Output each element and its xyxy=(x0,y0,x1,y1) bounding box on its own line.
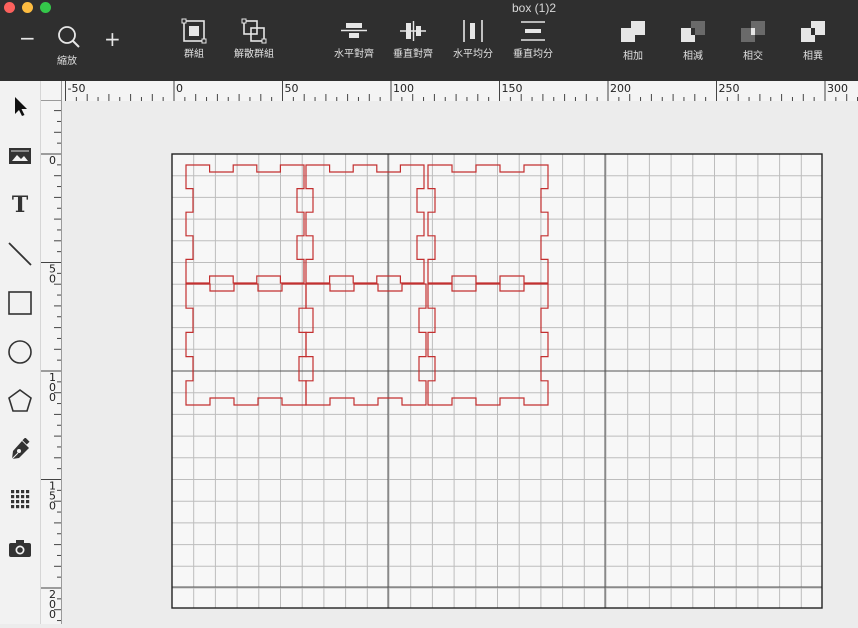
v-ruler-label: 0 xyxy=(49,500,56,513)
group-label: 群組 xyxy=(184,49,204,60)
group-button[interactable]: 群組 xyxy=(162,18,226,62)
distribute-horizontal-label: 水平均分 xyxy=(453,49,493,60)
intersect-label: 相交 xyxy=(743,51,763,62)
text-icon: T xyxy=(11,192,29,218)
camera-icon xyxy=(9,540,31,557)
distribute-horizontal-icon xyxy=(463,20,483,42)
zoom-label: 縮放 xyxy=(57,56,77,67)
toolbar: box (1)2 − + 縮放 群組 解散群組 水平對齊 垂直對齊 水平均分 垂… xyxy=(0,0,858,81)
v-ruler-label: 0 xyxy=(49,391,56,404)
ungroup-button[interactable]: 解散群組 xyxy=(222,18,286,62)
text-tool-button[interactable]: T xyxy=(5,190,35,220)
pen-tool-button[interactable] xyxy=(5,435,35,465)
h-ruler-label: 100 xyxy=(393,82,414,95)
circle-icon xyxy=(8,340,32,364)
zoom-search-icon[interactable] xyxy=(57,25,81,53)
subtract-label: 相減 xyxy=(683,51,703,62)
grid-icon xyxy=(11,490,30,509)
zoom-out-button[interactable]: − xyxy=(19,26,36,50)
polygon-tool-button[interactable] xyxy=(5,386,35,416)
grid-tool-button[interactable] xyxy=(5,484,35,514)
h-ruler-label: 0 xyxy=(176,82,183,95)
canvas-drawing xyxy=(171,153,823,609)
ruler-corner xyxy=(41,81,62,101)
line-tool-button[interactable] xyxy=(5,239,35,269)
ungroup-icon xyxy=(241,18,267,44)
align-horizontal-button[interactable]: 水平對齊 xyxy=(322,18,386,62)
subtract-icon xyxy=(681,21,705,42)
h-ruler-label: 50 xyxy=(285,82,299,95)
image-icon xyxy=(9,148,31,164)
circle-tool-button[interactable] xyxy=(5,337,35,367)
v-ruler-label: 0 xyxy=(49,154,56,167)
ungroup-label: 解散群組 xyxy=(234,49,274,60)
image-tool-button[interactable] xyxy=(5,141,35,171)
subtract-button[interactable]: 相減 xyxy=(661,18,725,64)
v-ruler-label: 0 xyxy=(49,608,56,621)
window-title: box (1)2 xyxy=(511,1,557,15)
distribute-vertical-icon xyxy=(521,21,545,41)
h-ruler-label: 300 xyxy=(827,82,848,95)
union-icon xyxy=(621,21,645,42)
h-ruler-label: -50 xyxy=(68,82,86,95)
distribute-vertical-button[interactable]: 垂直均分 xyxy=(501,18,565,62)
h-ruler-label: 250 xyxy=(719,82,740,95)
exclude-label: 相異 xyxy=(803,51,823,62)
group-icon xyxy=(181,18,207,44)
select-arrow-icon xyxy=(15,97,27,116)
intersect-icon xyxy=(741,21,765,42)
align-vertical-label: 垂直對齊 xyxy=(393,49,433,60)
rectangle-tool-button[interactable] xyxy=(5,288,35,318)
h-ruler-label: 150 xyxy=(502,82,523,95)
camera-tool-button[interactable] xyxy=(5,533,35,563)
distribute-vertical-label: 垂直均分 xyxy=(513,49,553,60)
line-icon xyxy=(8,242,32,266)
exclude-icon xyxy=(801,21,825,42)
zoom-in-button[interactable]: + xyxy=(104,27,121,51)
distribute-horizontal-button[interactable]: 水平均分 xyxy=(441,18,505,62)
vertical-ruler[interactable]: 050100150200 xyxy=(41,101,62,624)
align-horizontal-label: 水平對齊 xyxy=(334,49,374,60)
v-ruler-label: 0 xyxy=(49,273,56,286)
polygon-icon xyxy=(8,389,32,412)
intersect-button[interactable]: 相交 xyxy=(721,18,785,64)
drawing-canvas[interactable] xyxy=(62,101,858,624)
horizontal-ruler-ticks: -50 0 50 100 150 200 250 300 xyxy=(65,81,858,101)
select-tool-button[interactable] xyxy=(5,91,35,121)
exclude-button[interactable]: 相異 xyxy=(781,18,845,64)
pen-icon xyxy=(11,438,30,460)
tool-palette: T xyxy=(0,81,41,624)
h-ruler-label: 200 xyxy=(610,82,631,95)
align-horizontal-icon xyxy=(341,23,367,38)
union-button[interactable]: 相加 xyxy=(601,18,665,64)
union-label: 相加 xyxy=(623,51,643,62)
align-vertical-button[interactable]: 垂直對齊 xyxy=(381,18,445,62)
rectangle-icon xyxy=(8,291,32,315)
align-vertical-icon xyxy=(400,21,426,41)
horizontal-ruler[interactable]: -50 0 50 100 150 200 250 300 xyxy=(62,81,858,102)
vertical-ruler-ticks: 050100150200 xyxy=(41,110,61,622)
